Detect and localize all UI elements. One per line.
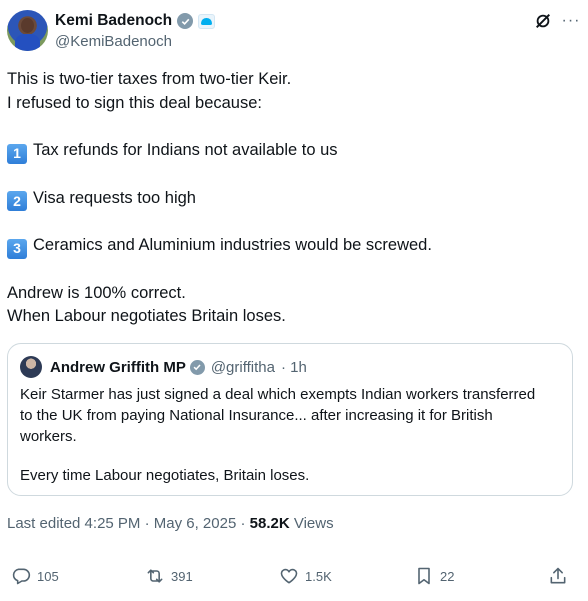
- reply-button[interactable]: 105: [11, 566, 59, 586]
- repost-icon: [147, 569, 163, 583]
- quoted-line: Keir Starmer has just signed a deal whic…: [20, 386, 536, 403]
- tweet-point: 1 Tax refunds for Indians not available t…: [7, 139, 577, 164]
- author-display-name[interactable]: Kemi Badenoch: [55, 12, 172, 30]
- quoted-avatar[interactable]: [20, 356, 42, 378]
- action-bar: 105 391 1.5K 22: [11, 566, 571, 588]
- share-button[interactable]: [548, 566, 568, 586]
- verified-badge-icon: [189, 359, 205, 375]
- quoted-line: to the UK from paying National Insurance…: [20, 407, 493, 424]
- reply-count: 105: [37, 568, 59, 584]
- tweet-header: Kemi Badenoch @KemiBadenoch ···: [7, 9, 581, 53]
- tweet-text: This is two-tier taxes from two-tier Kei…: [7, 68, 577, 329]
- verified-badge-icon: [177, 13, 194, 29]
- like-icon: [280, 568, 298, 584]
- quoted-line: Every time Labour negotiates, Britain lo…: [20, 467, 310, 484]
- quoted-handle[interactable]: @griffitha: [211, 359, 275, 376]
- tweet-line: When Labour negotiates Britain loses.: [7, 307, 286, 325]
- tweet-meta: Last edited 4:25 PM · May 6, 2025 · 58.2…: [7, 515, 334, 532]
- bookmark-icon: [418, 567, 430, 585]
- like-button[interactable]: 1.5K: [279, 566, 332, 586]
- quoted-tweet[interactable]: Andrew Griffith MP @griffitha · 1h Keir …: [7, 343, 573, 496]
- quoted-time[interactable]: · 1h: [281, 359, 307, 376]
- views-count: 58.2K: [249, 515, 290, 532]
- quoted-tweet-header: Andrew Griffith MP @griffitha · 1h: [20, 356, 307, 378]
- author-name-row: Kemi Badenoch: [55, 12, 216, 30]
- like-count: 1.5K: [305, 568, 332, 584]
- tweet-line: This is two-tier taxes from two-tier Kei…: [7, 70, 292, 88]
- quoted-tweet-text: Keir Starmer has just signed a deal whic…: [20, 384, 560, 486]
- keycap-number: 2: [7, 191, 27, 212]
- grok-icon[interactable]: [534, 12, 552, 30]
- edited-timestamp[interactable]: Last edited 4:25 PM · May 6, 2025 ·: [7, 515, 245, 532]
- repost-button[interactable]: 391: [145, 566, 193, 586]
- repost-count: 391: [171, 568, 193, 584]
- tweet-point: 2 Visa requests too high: [7, 187, 577, 212]
- quoted-line: workers.: [20, 428, 77, 445]
- tweet-point-text: Visa requests too high: [33, 188, 196, 207]
- tweet-line: Andrew is 100% correct.: [7, 283, 186, 302]
- more-icon[interactable]: ···: [561, 11, 581, 31]
- keycap-number: 3: [7, 238, 27, 259]
- bookmark-button[interactable]: 22: [414, 566, 454, 586]
- bookmark-count: 22: [440, 568, 455, 584]
- tweet-point: 3 Ceramics and Aluminium industries would…: [7, 234, 577, 259]
- share-icon: [550, 567, 566, 584]
- tweet-point-text: Ceramics and Aluminium industries would …: [33, 236, 432, 254]
- affiliation-badge-icon[interactable]: [198, 13, 216, 29]
- keycap-number: 1: [7, 143, 27, 164]
- quoted-display-name[interactable]: Andrew Griffith MP: [50, 359, 186, 376]
- author-handle[interactable]: @KemiBadenoch: [55, 33, 172, 50]
- reply-icon: [12, 568, 31, 585]
- tweet-point-text: Tax refunds for Indians not available to…: [33, 141, 338, 159]
- avatar[interactable]: [7, 10, 48, 51]
- views-label: Views: [293, 515, 334, 532]
- tweet-line: I refused to sign this deal because:: [7, 93, 262, 112]
